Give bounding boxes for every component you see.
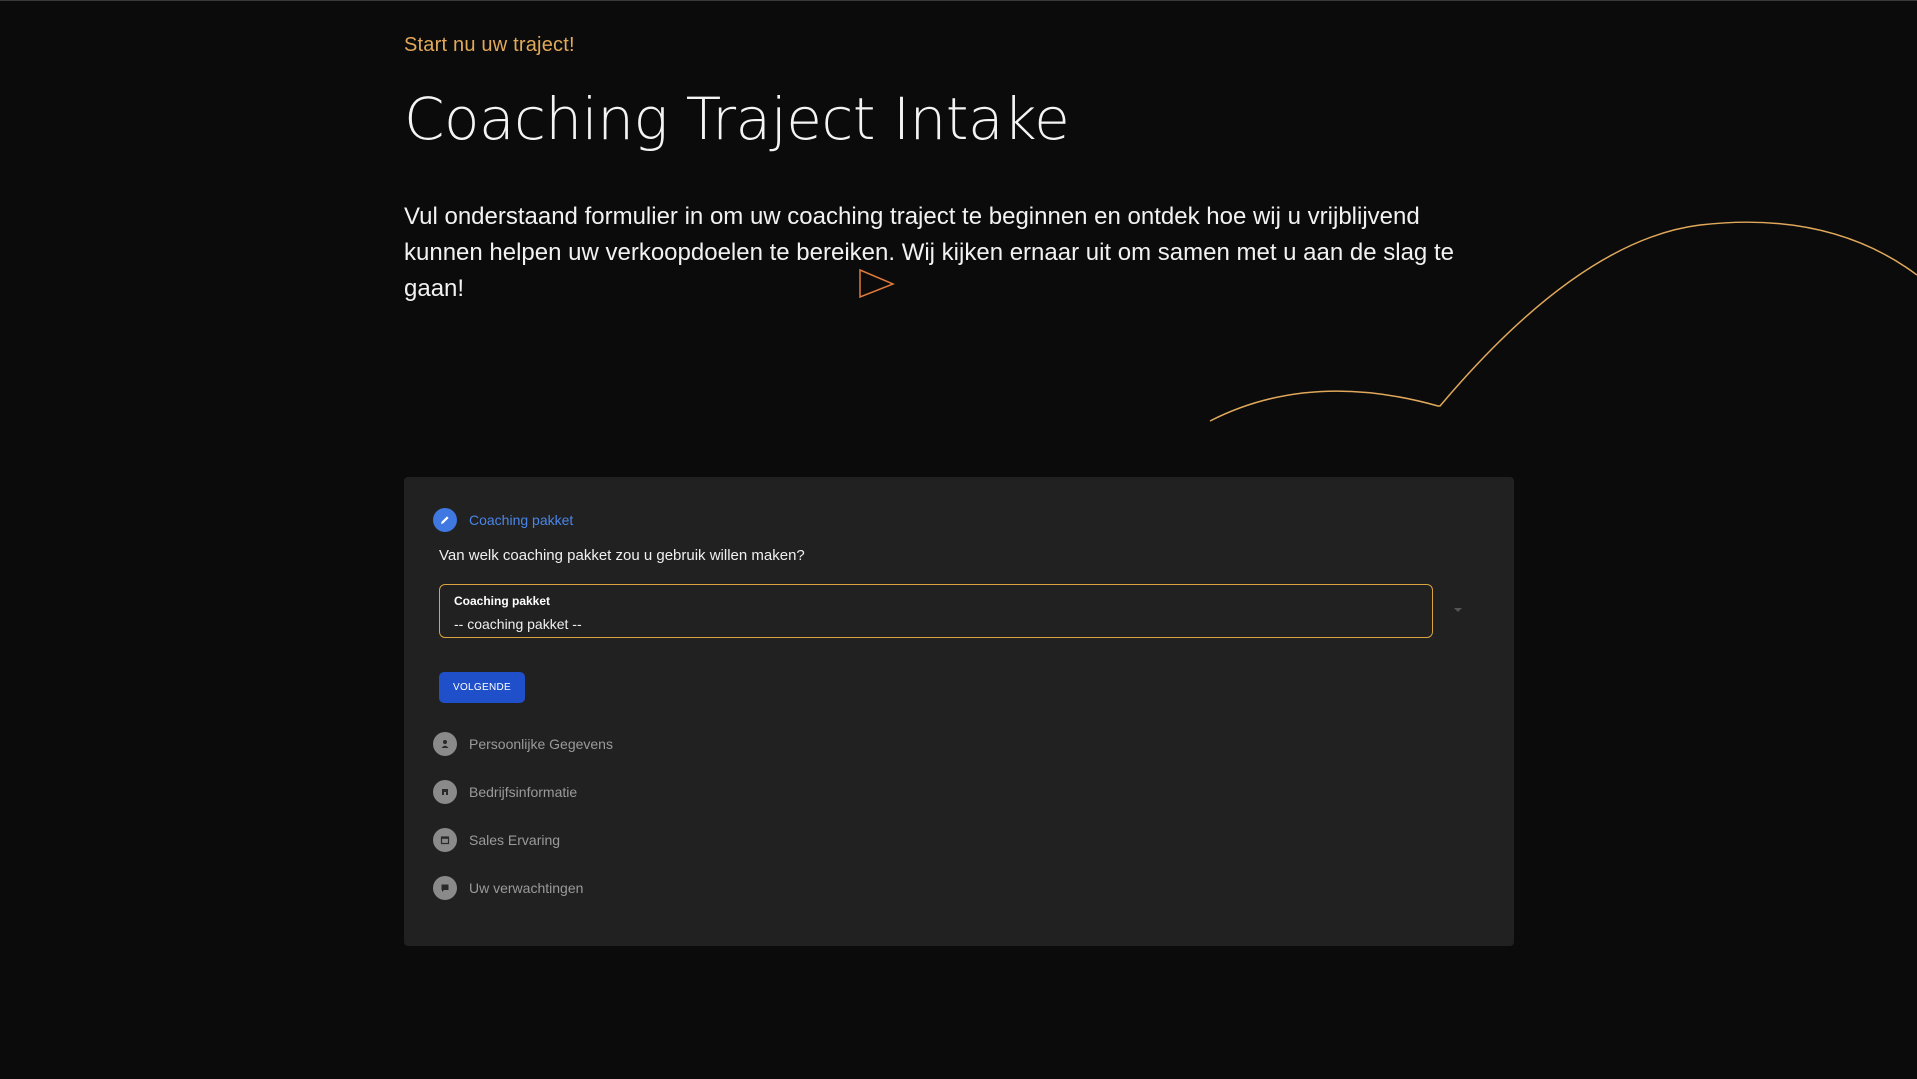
intake-form-card: Coaching pakket Van welk coaching pakket… <box>404 477 1514 946</box>
select-value: -- coaching pakket -- <box>454 616 582 632</box>
building-icon <box>433 780 457 804</box>
step-uw-verwachtingen[interactable]: Uw verwachtingen <box>433 876 583 900</box>
step-label-bedrijfsinformatie: Bedrijfsinformatie <box>469 784 578 800</box>
hero-section: Start nu uw traject! Coaching Traject In… <box>404 34 1504 307</box>
person-icon <box>433 732 457 756</box>
step-label-sales-ervaring: Sales Ervaring <box>469 832 561 848</box>
top-divider <box>0 0 1917 1</box>
step-sales-ervaring[interactable]: Sales Ervaring <box>433 828 560 852</box>
step-coaching-pakket[interactable]: Coaching pakket <box>433 508 573 532</box>
calendar-icon <box>433 828 457 852</box>
next-button[interactable]: VOLGENDE <box>439 672 525 703</box>
comment-icon <box>433 876 457 900</box>
form-question: Van welk coaching pakket zou u gebruik w… <box>439 547 805 564</box>
coaching-pakket-select[interactable]: Coaching pakket -- coaching pakket -- <box>439 584 1433 638</box>
step-bedrijfsinformatie[interactable]: Bedrijfsinformatie <box>433 780 577 804</box>
intro-text: Vul onderstaand formulier in om uw coach… <box>404 203 1454 302</box>
step-label-coaching-pakket: Coaching pakket <box>469 512 574 528</box>
step-persoonlijke-gegevens[interactable]: Persoonlijke Gegevens <box>433 732 613 756</box>
chevron-down-icon[interactable] <box>1454 608 1462 612</box>
step-label-persoonlijke-gegevens: Persoonlijke Gegevens <box>469 736 613 752</box>
select-label: Coaching pakket <box>454 594 551 608</box>
eyebrow-text: Start nu uw traject! <box>404 34 575 56</box>
pencil-icon <box>433 508 457 532</box>
page-title: Coaching Traject Intake <box>404 85 1070 153</box>
step-label-uw-verwachtingen: Uw verwachtingen <box>469 880 584 896</box>
